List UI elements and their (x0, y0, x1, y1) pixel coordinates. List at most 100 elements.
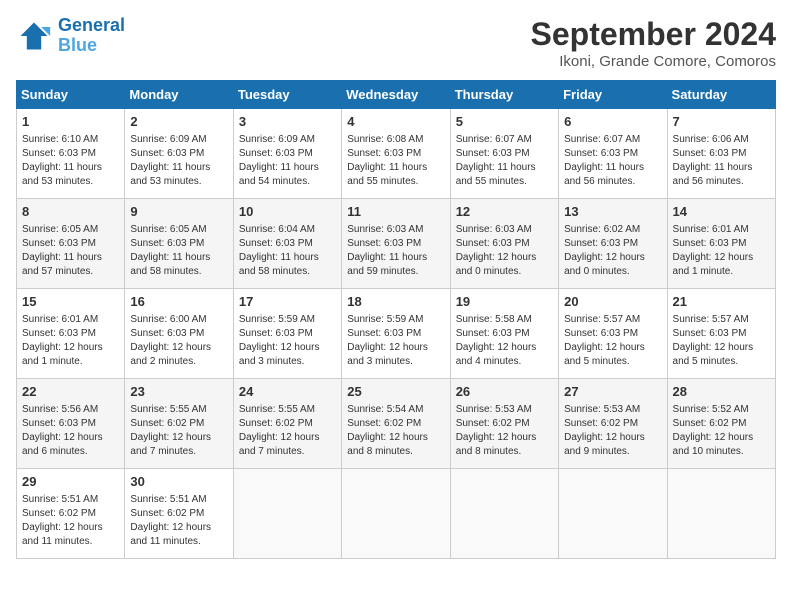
calendar-day-cell: 14Sunrise: 6:01 AM Sunset: 6:03 PM Dayli… (667, 199, 775, 289)
day-info: Sunrise: 6:00 AM Sunset: 6:03 PM Dayligh… (130, 313, 227, 369)
day-info: Sunrise: 5:51 AM Sunset: 6:02 PM Dayligh… (130, 493, 227, 549)
day-number: 17 (239, 293, 336, 311)
calendar-day-cell: 1 Sunrise: 6:10 AM Sunset: 6:03 PM Daylig… (17, 109, 125, 199)
day-number: 13 (564, 203, 661, 221)
day-number: 30 (130, 473, 227, 491)
day-number: 5 (456, 113, 553, 131)
title-block: September 2024 Ikoni, Grande Comore, Com… (531, 16, 776, 70)
day-number: 18 (347, 293, 444, 311)
calendar-day-cell: 26Sunrise: 5:53 AM Sunset: 6:02 PM Dayli… (450, 379, 558, 469)
day-info: Sunrise: 6:07 AM Sunset: 6:03 PM Dayligh… (456, 133, 553, 189)
calendar-day-cell: 10 Sunrise: 6:04 AM Sunset: 6:03 PM Dayli… (233, 199, 341, 289)
calendar-day-cell: 21 Sunrise: 5:57 AM Sunset: 6:03 PM Dayli… (667, 289, 775, 379)
day-number: 9 (130, 203, 227, 221)
day-info: Sunrise: 6:08 AM Sunset: 6:03 PM Dayligh… (347, 133, 444, 189)
calendar-day-cell: 7Sunrise: 6:06 AM Sunset: 6:03 PM Daylig… (667, 109, 775, 199)
calendar-day-cell (667, 469, 775, 559)
calendar-day-cell: 4 Sunrise: 6:08 AM Sunset: 6:03 PM Daylig… (342, 109, 450, 199)
day-number: 27 (564, 383, 661, 401)
day-info: Sunrise: 6:01 AM Sunset: 6:03 PM Dayligh… (673, 223, 770, 279)
day-info: Sunrise: 5:59 AM Sunset: 6:03 PM Dayligh… (239, 313, 336, 369)
day-info: Sunrise: 5:52 AM Sunset: 6:02 PM Dayligh… (673, 403, 770, 459)
calendar-table: SundayMondayTuesdayWednesdayThursdayFrid… (16, 80, 776, 559)
calendar-header-row: SundayMondayTuesdayWednesdayThursdayFrid… (17, 81, 776, 109)
day-info: Sunrise: 5:55 AM Sunset: 6:02 PM Dayligh… (239, 403, 336, 459)
calendar-day-cell: 12 Sunrise: 6:03 AM Sunset: 6:03 PM Dayli… (450, 199, 558, 289)
calendar-day-cell (559, 469, 667, 559)
day-number: 4 (347, 113, 444, 131)
calendar-week-row: 1 Sunrise: 6:10 AM Sunset: 6:03 PM Daylig… (17, 109, 776, 199)
calendar-day-cell: 20 Sunrise: 5:57 AM Sunset: 6:03 PM Dayli… (559, 289, 667, 379)
logo-text: General Blue (58, 16, 125, 56)
day-info: Sunrise: 6:03 AM Sunset: 6:03 PM Dayligh… (456, 223, 553, 279)
day-info: Sunrise: 5:57 AM Sunset: 6:03 PM Dayligh… (564, 313, 661, 369)
day-number: 16 (130, 293, 227, 311)
page-header: General Blue September 2024 Ikoni, Grand… (16, 16, 776, 70)
calendar-day-cell: 18 Sunrise: 5:59 AM Sunset: 6:03 PM Dayli… (342, 289, 450, 379)
calendar-week-row: 8 Sunrise: 6:05 AM Sunset: 6:03 PM Daylig… (17, 199, 776, 289)
day-number: 20 (564, 293, 661, 311)
day-info: Sunrise: 6:05 AM Sunset: 6:03 PM Dayligh… (130, 223, 227, 279)
calendar-day-cell: 2 Sunrise: 6:09 AM Sunset: 6:03 PM Daylig… (125, 109, 233, 199)
calendar-subtitle: Ikoni, Grande Comore, Comoros (531, 53, 776, 70)
calendar-day-cell: 11 Sunrise: 6:03 AM Sunset: 6:03 PM Dayli… (342, 199, 450, 289)
calendar-day-cell: 3 Sunrise: 6:09 AM Sunset: 6:03 PM Daylig… (233, 109, 341, 199)
day-info: Sunrise: 5:53 AM Sunset: 6:02 PM Dayligh… (564, 403, 661, 459)
day-number: 10 (239, 203, 336, 221)
weekday-header: Wednesday (342, 81, 450, 109)
day-number: 25 (347, 383, 444, 401)
day-info: Sunrise: 6:10 AM Sunset: 6:03 PM Dayligh… (22, 133, 119, 189)
day-number: 8 (22, 203, 119, 221)
day-number: 23 (130, 383, 227, 401)
day-number: 12 (456, 203, 553, 221)
day-number: 29 (22, 473, 119, 491)
day-number: 24 (239, 383, 336, 401)
day-info: Sunrise: 6:09 AM Sunset: 6:03 PM Dayligh… (130, 133, 227, 189)
day-info: Sunrise: 6:02 AM Sunset: 6:03 PM Dayligh… (564, 223, 661, 279)
day-number: 2 (130, 113, 227, 131)
calendar-day-cell: 23 Sunrise: 5:55 AM Sunset: 6:02 PM Dayli… (125, 379, 233, 469)
day-info: Sunrise: 6:09 AM Sunset: 6:03 PM Dayligh… (239, 133, 336, 189)
calendar-day-cell: 24 Sunrise: 5:55 AM Sunset: 6:02 PM Dayli… (233, 379, 341, 469)
day-info: Sunrise: 6:05 AM Sunset: 6:03 PM Dayligh… (22, 223, 119, 279)
day-info: Sunrise: 6:04 AM Sunset: 6:03 PM Dayligh… (239, 223, 336, 279)
calendar-day-cell: 28Sunrise: 5:52 AM Sunset: 6:02 PM Dayli… (667, 379, 775, 469)
day-info: Sunrise: 5:58 AM Sunset: 6:03 PM Dayligh… (456, 313, 553, 369)
calendar-day-cell (233, 469, 341, 559)
day-info: Sunrise: 5:56 AM Sunset: 6:03 PM Dayligh… (22, 403, 119, 459)
weekday-header: Tuesday (233, 81, 341, 109)
day-info: Sunrise: 6:03 AM Sunset: 6:03 PM Dayligh… (347, 223, 444, 279)
weekday-header: Friday (559, 81, 667, 109)
calendar-day-cell: 30 Sunrise: 5:51 AM Sunset: 6:02 PM Dayli… (125, 469, 233, 559)
calendar-day-cell: 29 Sunrise: 5:51 AM Sunset: 6:02 PM Dayli… (17, 469, 125, 559)
day-info: Sunrise: 5:54 AM Sunset: 6:02 PM Dayligh… (347, 403, 444, 459)
day-number: 1 (22, 113, 119, 131)
day-info: Sunrise: 6:01 AM Sunset: 6:03 PM Dayligh… (22, 313, 119, 369)
day-number: 21 (673, 293, 770, 311)
calendar-day-cell: 15 Sunrise: 6:01 AM Sunset: 6:03 PM Dayli… (17, 289, 125, 379)
day-info: Sunrise: 5:59 AM Sunset: 6:03 PM Dayligh… (347, 313, 444, 369)
weekday-header: Thursday (450, 81, 558, 109)
calendar-day-cell: 17 Sunrise: 5:59 AM Sunset: 6:03 PM Dayli… (233, 289, 341, 379)
day-number: 15 (22, 293, 119, 311)
weekday-header: Monday (125, 81, 233, 109)
calendar-day-cell: 19Sunrise: 5:58 AM Sunset: 6:03 PM Dayli… (450, 289, 558, 379)
calendar-day-cell: 22Sunrise: 5:56 AM Sunset: 6:03 PM Dayli… (17, 379, 125, 469)
day-number: 11 (347, 203, 444, 221)
logo: General Blue (16, 16, 125, 56)
day-info: Sunrise: 5:57 AM Sunset: 6:03 PM Dayligh… (673, 313, 770, 369)
day-number: 6 (564, 113, 661, 131)
logo-icon (16, 18, 52, 54)
calendar-day-cell: 13 Sunrise: 6:02 AM Sunset: 6:03 PM Dayli… (559, 199, 667, 289)
calendar-day-cell: 9 Sunrise: 6:05 AM Sunset: 6:03 PM Daylig… (125, 199, 233, 289)
weekday-header: Sunday (17, 81, 125, 109)
day-number: 26 (456, 383, 553, 401)
calendar-day-cell: 16 Sunrise: 6:00 AM Sunset: 6:03 PM Dayli… (125, 289, 233, 379)
day-info: Sunrise: 5:55 AM Sunset: 6:02 PM Dayligh… (130, 403, 227, 459)
day-info: Sunrise: 5:51 AM Sunset: 6:02 PM Dayligh… (22, 493, 119, 549)
calendar-day-cell: 5 Sunrise: 6:07 AM Sunset: 6:03 PM Daylig… (450, 109, 558, 199)
calendar-day-cell: 27 Sunrise: 5:53 AM Sunset: 6:02 PM Dayli… (559, 379, 667, 469)
calendar-day-cell: 6Sunrise: 6:07 AM Sunset: 6:03 PM Daylig… (559, 109, 667, 199)
calendar-day-cell: 25 Sunrise: 5:54 AM Sunset: 6:02 PM Dayli… (342, 379, 450, 469)
day-number: 3 (239, 113, 336, 131)
